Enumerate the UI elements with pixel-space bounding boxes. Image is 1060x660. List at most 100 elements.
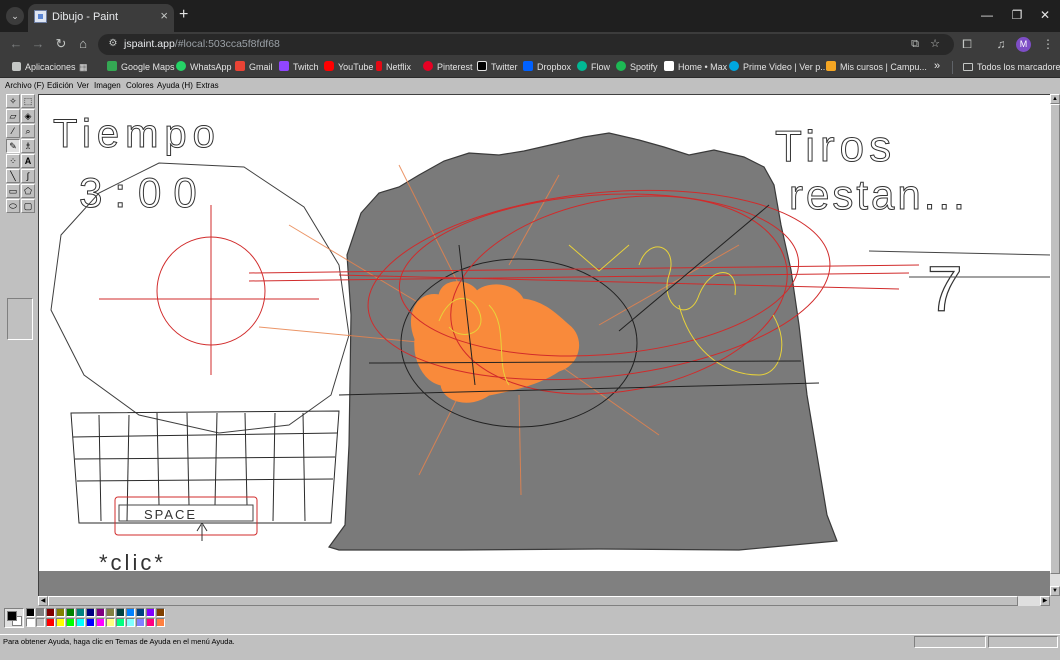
bookmark-star-icon[interactable]: ☆: [928, 37, 942, 51]
horizontal-scrollbar[interactable]: ◀ ▶: [38, 596, 1050, 606]
palette-swatch[interactable]: [146, 618, 155, 627]
bookmark-item[interactable]: Flow: [577, 60, 610, 75]
scroll-right-icon[interactable]: ▶: [1040, 596, 1050, 606]
bookmark-item[interactable]: Google Maps: [107, 60, 175, 75]
scroll-left-icon[interactable]: ◀: [38, 596, 48, 606]
line-icon[interactable]: ╲: [6, 169, 20, 183]
tab-close-icon[interactable]: ×: [160, 9, 168, 23]
palette-swatch[interactable]: [106, 608, 115, 617]
pick-color-icon[interactable]: ⁄: [6, 124, 20, 138]
palette-swatch[interactable]: [46, 608, 55, 617]
pencil-icon[interactable]: ✎: [6, 139, 20, 153]
palette-swatch[interactable]: [136, 618, 145, 627]
scroll-down-icon[interactable]: ▼: [1050, 586, 1060, 596]
bookmark-item[interactable]: Twitch: [279, 60, 319, 75]
foreground-color[interactable]: [7, 611, 17, 621]
bookmark-item[interactable]: Spotify: [616, 60, 658, 75]
palette-swatch[interactable]: [56, 608, 65, 617]
palette-swatch[interactable]: [136, 608, 145, 617]
minimize-icon[interactable]: —: [972, 6, 1002, 24]
bookmark-item[interactable]: Prime Video | Ver p...: [729, 60, 828, 75]
extensions-icon[interactable]: ⧠: [959, 36, 975, 52]
palette-swatch[interactable]: [46, 618, 55, 627]
back-icon[interactable]: ←: [7, 35, 25, 53]
bookmark-item[interactable]: YouTube: [324, 60, 373, 75]
vertical-scroll-thumb[interactable]: [1050, 104, 1060, 574]
palette-swatch[interactable]: [56, 618, 65, 627]
fill-bucket-icon[interactable]: ◈: [21, 109, 35, 123]
palette-swatch[interactable]: [36, 618, 45, 627]
vertical-scrollbar[interactable]: ▲ ▼: [1050, 94, 1060, 596]
bookmark-item[interactable]: Dropbox: [523, 60, 571, 75]
palette-swatch[interactable]: [76, 618, 85, 627]
tab-search-icon[interactable]: ⌄: [6, 7, 24, 25]
airbrush-icon[interactable]: ⁘: [6, 154, 20, 168]
brush-icon[interactable]: ♗: [21, 139, 35, 153]
tab-active[interactable]: Dibujo - Paint ×: [28, 4, 174, 32]
all-bookmarks-button[interactable]: Todos los marcadores: [963, 60, 1060, 75]
tool-options[interactable]: [7, 298, 33, 340]
horizontal-scroll-thumb[interactable]: [48, 596, 1018, 606]
menu-imagen[interactable]: Imagen: [94, 81, 121, 90]
eraser-icon[interactable]: ▱: [6, 109, 20, 123]
palette-swatch[interactable]: [116, 608, 125, 617]
drawing-canvas[interactable]: SPACE *clic* Tiempo 3:00 Tiros restan...…: [39, 95, 1051, 597]
menu-colores[interactable]: Colores: [126, 81, 154, 90]
free-form-select-icon[interactable]: ✧: [6, 94, 20, 108]
palette-swatch[interactable]: [126, 608, 135, 617]
address-bar[interactable]: ⚙ jspaint.app/#local:503cca5f8fdf68 ⧉ ☆: [98, 34, 954, 55]
bookmark-item[interactable]: Gmail: [235, 60, 273, 75]
chrome-menu-icon[interactable]: ⋮: [1040, 36, 1056, 52]
site-info-icon[interactable]: ⚙: [106, 37, 120, 51]
magnifier-icon[interactable]: ⌕: [21, 124, 35, 138]
palette-swatch[interactable]: [156, 608, 165, 617]
forward-icon[interactable]: →: [29, 35, 47, 53]
close-window-icon[interactable]: ✕: [1030, 6, 1060, 24]
bookmark-item[interactable]: Pinterest: [423, 60, 473, 75]
bookmark-item[interactable]: Mis cursos | Campu...: [826, 60, 927, 75]
home-icon[interactable]: ⌂: [74, 35, 92, 53]
media-controls-icon[interactable]: ♫: [993, 36, 1009, 52]
palette-swatch[interactable]: [96, 618, 105, 627]
bookmark-item[interactable]: Netflix: [376, 60, 411, 75]
palette-swatch[interactable]: [66, 608, 75, 617]
palette-swatch[interactable]: [116, 618, 125, 627]
restore-icon[interactable]: ❐: [1002, 6, 1032, 24]
palette-swatch[interactable]: [66, 618, 75, 627]
palette-swatch[interactable]: [106, 618, 115, 627]
polygon-icon[interactable]: ⬠: [21, 184, 35, 198]
menu-edicion[interactable]: Edición: [47, 81, 73, 90]
menu-ver[interactable]: Ver: [77, 81, 89, 90]
rounded-rectangle-icon[interactable]: ▢: [21, 199, 35, 213]
rectangle-icon[interactable]: ▭: [6, 184, 20, 198]
current-colors[interactable]: [4, 608, 24, 628]
menu-extras[interactable]: Extras: [196, 81, 219, 90]
palette-swatch[interactable]: [126, 618, 135, 627]
palette-swatch[interactable]: [26, 618, 35, 627]
bookmark-item[interactable]: Home • Max: [664, 60, 727, 75]
palette-swatch[interactable]: [146, 608, 155, 617]
apps-grid-icon[interactable]: ▦: [79, 60, 88, 75]
palette-swatch[interactable]: [36, 608, 45, 617]
bookmark-item[interactable]: Twitter: [477, 60, 518, 75]
bookmarks-overflow-icon[interactable]: »: [934, 60, 940, 72]
palette-swatch[interactable]: [86, 608, 95, 617]
install-app-icon[interactable]: ⧉: [908, 37, 922, 51]
url-text[interactable]: jspaint.app/#local:503cca5f8fdf68: [124, 38, 280, 50]
menu-archivo[interactable]: Archivo (F): [5, 81, 44, 90]
new-tab-icon[interactable]: +: [179, 6, 188, 24]
ellipse-icon[interactable]: ⬭: [6, 199, 20, 213]
palette-swatch[interactable]: [26, 608, 35, 617]
palette-swatch[interactable]: [86, 618, 95, 627]
bookmark-item[interactable]: WhatsApp: [176, 60, 232, 75]
profile-avatar[interactable]: M: [1016, 37, 1031, 52]
select-icon[interactable]: ⬚: [21, 94, 35, 108]
palette-swatch[interactable]: [96, 608, 105, 617]
palette-swatch[interactable]: [76, 608, 85, 617]
bookmark-item[interactable]: Aplicaciones: [12, 60, 76, 75]
scroll-up-icon[interactable]: ▲: [1050, 94, 1060, 104]
curve-icon[interactable]: ∫: [21, 169, 35, 183]
text-tool-icon[interactable]: A: [21, 154, 35, 168]
menu-ayuda[interactable]: Ayuda (H): [157, 81, 193, 90]
reload-icon[interactable]: ↻: [52, 35, 70, 53]
